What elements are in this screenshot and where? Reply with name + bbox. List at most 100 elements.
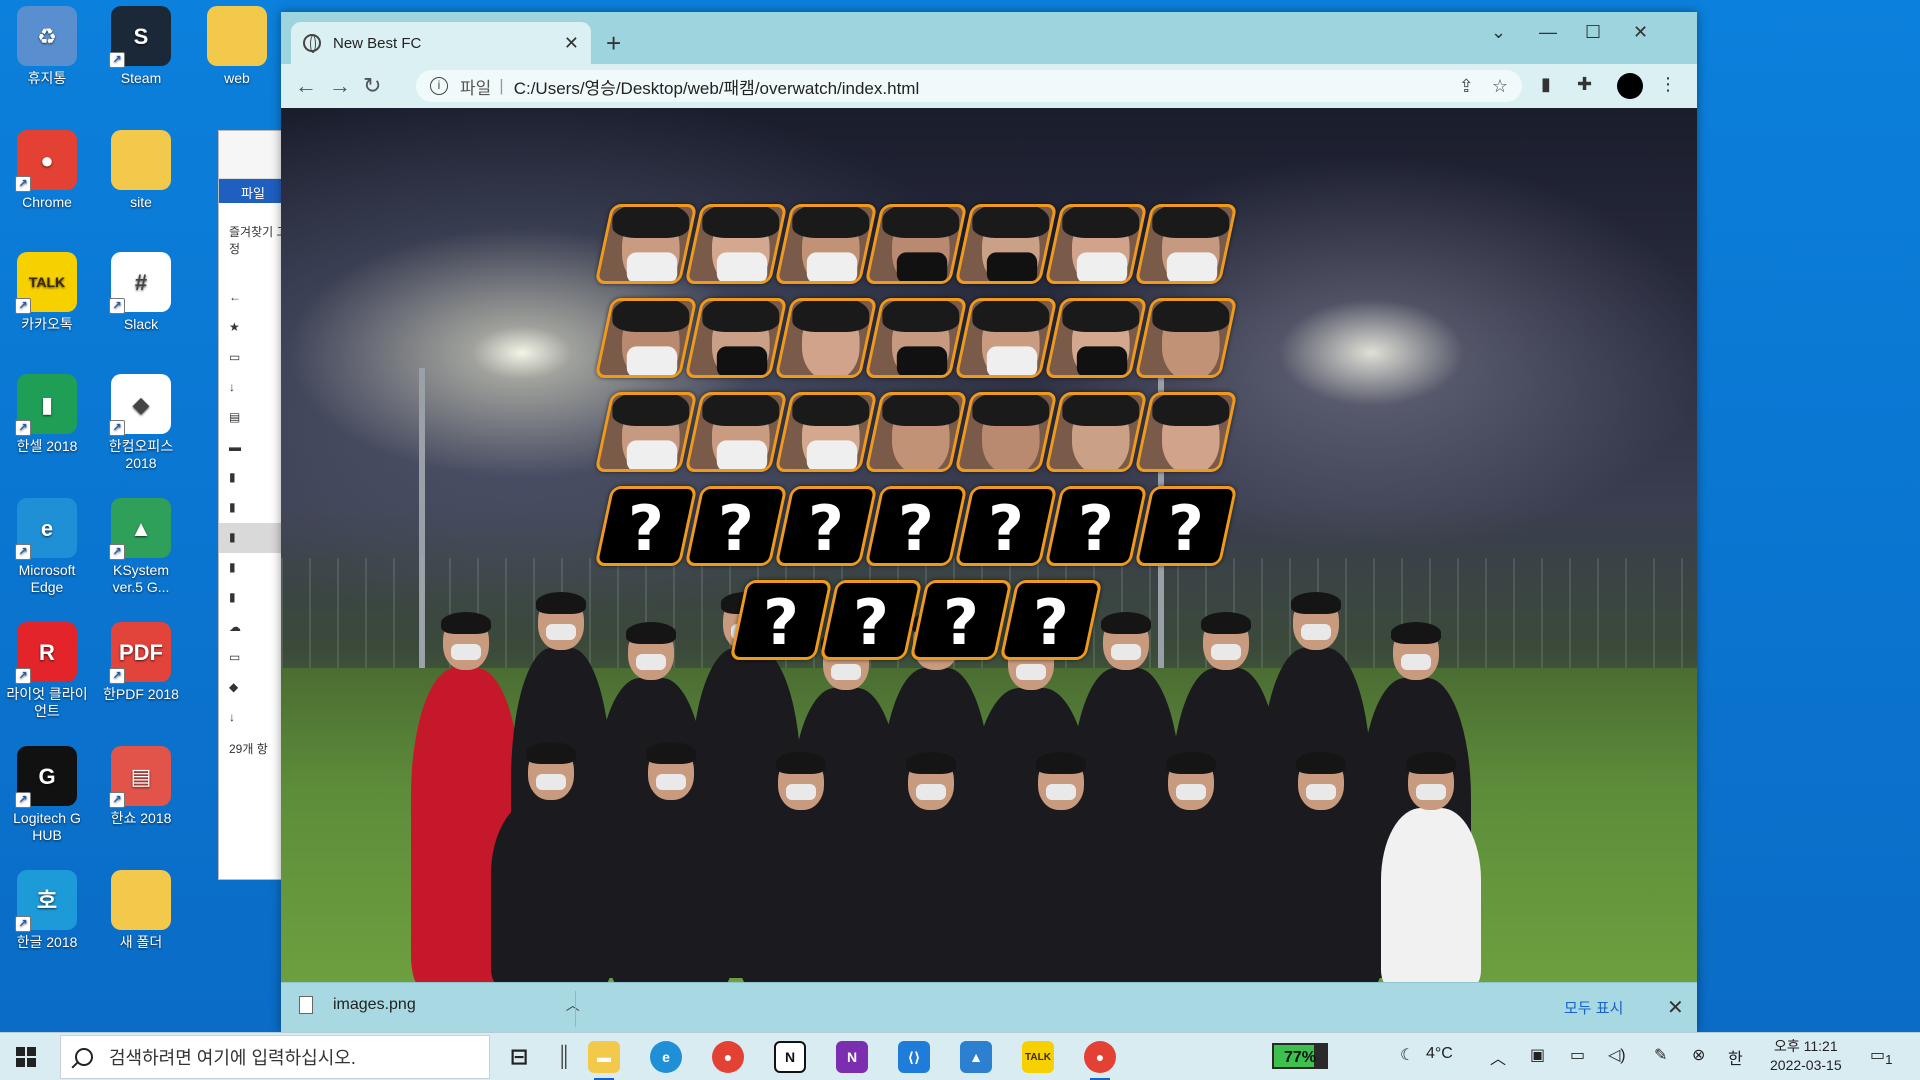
unknown-player-card[interactable]: ?: [729, 580, 833, 660]
desktop-shortcut[interactable]: ▲ ↗ KSystem ver.5 G...: [96, 498, 186, 596]
face-mask: [896, 252, 948, 284]
battery-indicator[interactable]: 77%: [1272, 1043, 1328, 1069]
player-card[interactable]: [774, 298, 878, 378]
desktop-shortcut[interactable]: G ↗ Logitech G HUB: [2, 746, 92, 844]
address-url[interactable]: C:/Users/영승/Desktop/web/패캠/overwatch/ind…: [514, 74, 1441, 99]
chrome-taskbar-icon[interactable]: ●: [712, 1041, 744, 1073]
desktop-shortcut[interactable]: ◆ ↗ 한컴오피스 2018: [96, 374, 186, 472]
player-card[interactable]: [594, 204, 698, 284]
desktop-shortcut[interactable]: R ↗ 라이엇 클라이언트: [2, 622, 92, 720]
extension-icon[interactable]: ▮: [1541, 74, 1551, 95]
player-hair: [792, 298, 870, 332]
back-button[interactable]: ←: [295, 72, 317, 100]
player-card[interactable]: [1134, 298, 1238, 378]
show-all-button[interactable]: 모두 표시: [1564, 997, 1623, 1018]
notion-taskbar-icon[interactable]: N: [774, 1041, 806, 1073]
player-card[interactable]: [954, 204, 1058, 284]
unknown-player-card[interactable]: ?: [1044, 486, 1148, 566]
desktop-shortcut[interactable]: TALK ↗ 카카오톡: [2, 252, 92, 333]
player-card[interactable]: [954, 298, 1058, 378]
notification-center-icon[interactable]: ▭1: [1870, 1045, 1893, 1067]
desktop-shortcut[interactable]: ● ↗ Chrome: [2, 130, 92, 211]
player-card[interactable]: [1134, 392, 1238, 472]
windows-start-icon[interactable]: [16, 1047, 36, 1067]
desktop-shortcut[interactable]: ▮ ↗ 한셀 2018: [2, 374, 92, 455]
player-card[interactable]: [594, 392, 698, 472]
share-icon[interactable]: ⇪: [1459, 76, 1474, 97]
reload-button[interactable]: ↻: [363, 72, 381, 100]
unknown-player-card[interactable]: ?: [1134, 486, 1238, 566]
desktop-shortcut[interactable]: e ↗ Microsoft Edge: [2, 498, 92, 596]
minimize-button[interactable]: —: [1539, 22, 1557, 43]
player-card[interactable]: [684, 392, 788, 472]
edge-taskbar-icon[interactable]: e: [650, 1041, 682, 1073]
player-card[interactable]: [684, 298, 788, 378]
unknown-player-card[interactable]: ?: [594, 486, 698, 566]
close-download-bar-icon[interactable]: ✕: [1667, 995, 1684, 1020]
battery-icon[interactable]: ▭: [1570, 1045, 1585, 1065]
player-card[interactable]: [774, 392, 878, 472]
player-card[interactable]: [594, 298, 698, 378]
unknown-player-card[interactable]: ?: [819, 580, 923, 660]
download-item[interactable]: images.png ︿: [299, 995, 580, 1015]
player-card[interactable]: [1044, 298, 1148, 378]
volume-icon[interactable]: ◁): [1608, 1045, 1626, 1065]
close-tab-icon[interactable]: ✕: [564, 33, 579, 54]
tab-strip[interactable]: New Best FC ✕ + ⌄ — ☐ ✕: [281, 12, 1697, 64]
desktop-shortcut[interactable]: S ↗ Steam: [96, 6, 186, 87]
tab-new-best-fc[interactable]: New Best FC ✕: [291, 22, 591, 64]
player-card[interactable]: [1044, 392, 1148, 472]
player-card[interactable]: [954, 392, 1058, 472]
close-window-button[interactable]: ✕: [1633, 22, 1648, 43]
profile-avatar[interactable]: [1617, 73, 1643, 99]
player-card[interactable]: [864, 298, 968, 378]
desktop-shortcut[interactable]: 호 ↗ 한글 2018: [2, 870, 92, 951]
show-hidden-icons-icon[interactable]: ︿: [1490, 1045, 1506, 1069]
ime-indicator[interactable]: 한: [1728, 1045, 1743, 1069]
extensions-puzzle-icon[interactable]: ✚: [1577, 74, 1592, 95]
unknown-player-card[interactable]: ?: [864, 486, 968, 566]
player-card[interactable]: [684, 204, 788, 284]
forward-button[interactable]: →: [329, 72, 351, 100]
chevron-up-icon[interactable]: ︿: [566, 995, 580, 1015]
player-card[interactable]: [1044, 204, 1148, 284]
unknown-player-card[interactable]: ?: [774, 486, 878, 566]
desktop-shortcut[interactable]: ▤ ↗ 한쇼 2018: [96, 746, 186, 827]
unknown-player-card[interactable]: ?: [954, 486, 1058, 566]
unknown-player-card[interactable]: ?: [684, 486, 788, 566]
kakaotalk-taskbar-icon[interactable]: TALK: [1022, 1041, 1054, 1073]
desktop-shortcut[interactable]: ♻ 휴지통: [2, 6, 92, 87]
address-bar[interactable]: i 파일 | C:/Users/영승/Desktop/web/패캠/overwa…: [416, 70, 1522, 102]
desktop-shortcut[interactable]: 새 폴더: [96, 870, 186, 951]
desktop-shortcut[interactable]: PDF ↗ 한PDF 2018: [96, 622, 186, 703]
no-network-icon[interactable]: ⊗: [1692, 1045, 1705, 1065]
tab-search-chevron-icon[interactable]: ⌄: [1491, 22, 1506, 43]
task-view-icon[interactable]: ⊟: [503, 1041, 535, 1073]
vscode-taskbar-icon[interactable]: ⟨⟩: [898, 1041, 930, 1073]
unknown-player-card[interactable]: ?: [909, 580, 1013, 660]
player-card[interactable]: [774, 204, 878, 284]
player-card[interactable]: [864, 204, 968, 284]
unknown-player-card[interactable]: ?: [999, 580, 1103, 660]
menu-kebab-icon[interactable]: ⋮: [1659, 74, 1677, 95]
new-tab-button[interactable]: +: [606, 30, 621, 56]
moon-weather-icon[interactable]: ☾: [1400, 1045, 1414, 1065]
onenote-taskbar-icon[interactable]: N: [836, 1041, 868, 1073]
chrome-profile-taskbar-icon[interactable]: ●: [1084, 1041, 1116, 1080]
info-icon[interactable]: i: [430, 77, 448, 95]
desktop-shortcut[interactable]: web: [192, 6, 282, 87]
chrome-window[interactable]: New Best FC ✕ + ⌄ — ☐ ✕ ← → ↻ i 파일 | C:/…: [281, 12, 1697, 1032]
file-explorer-taskbar-icon[interactable]: ▬: [588, 1041, 620, 1080]
phone-link-icon[interactable]: ▣: [1530, 1045, 1545, 1065]
pen-icon[interactable]: ✎: [1654, 1045, 1667, 1065]
player-card[interactable]: [864, 392, 968, 472]
clock[interactable]: 오후 11:21 2022-03-15: [1770, 1037, 1842, 1075]
desktop-shortcut[interactable]: site: [96, 130, 186, 211]
taskbar-search-box[interactable]: 검색하려면 여기에 입력하십시오.: [60, 1035, 490, 1079]
maximize-button[interactable]: ☐: [1585, 22, 1601, 43]
desktop-shortcut[interactable]: # ↗ Slack: [96, 252, 186, 333]
weather-temp[interactable]: 4°C: [1426, 1045, 1453, 1063]
player-card[interactable]: [1134, 204, 1238, 284]
bookmark-star-icon[interactable]: ☆: [1492, 76, 1508, 97]
photos-taskbar-icon[interactable]: ▲: [960, 1041, 992, 1073]
